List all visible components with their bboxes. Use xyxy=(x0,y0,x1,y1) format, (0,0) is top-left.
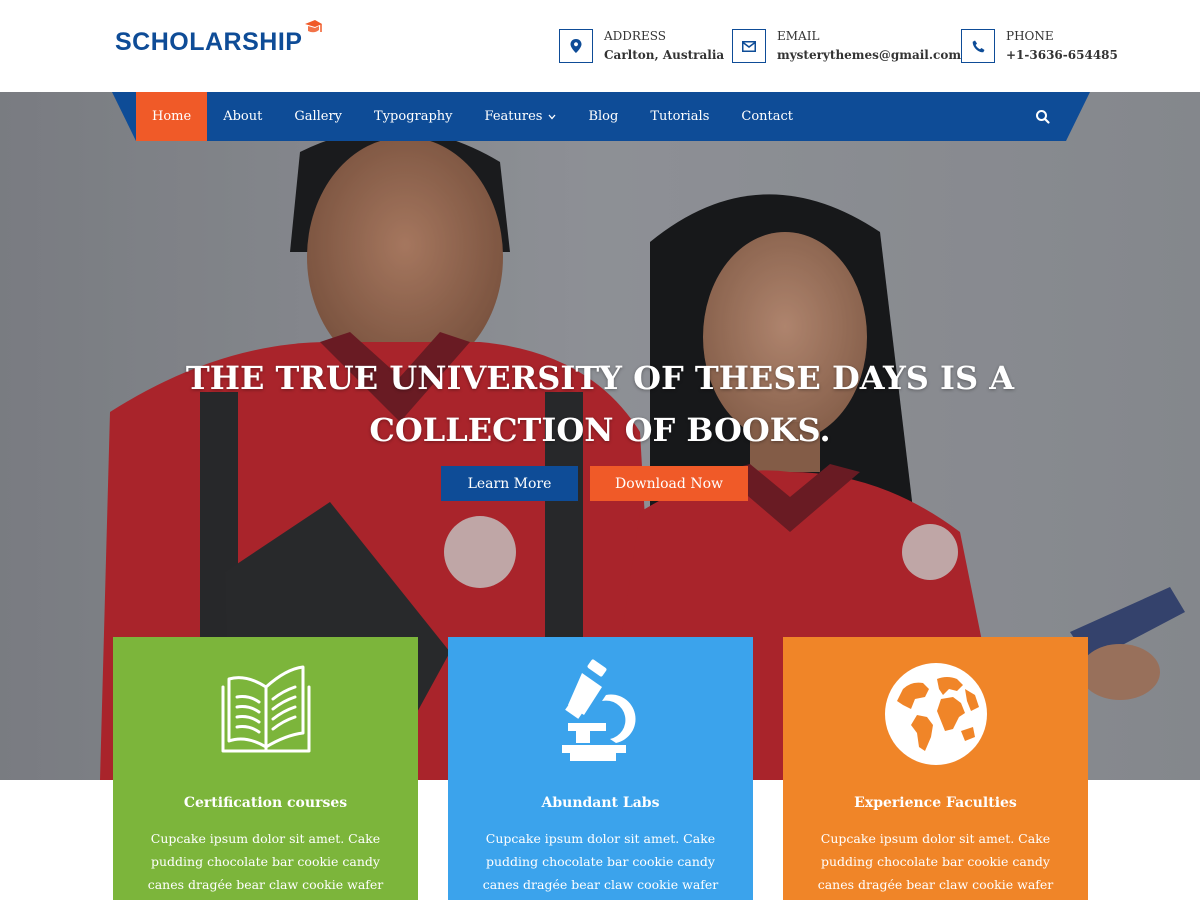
envelope-icon xyxy=(742,40,756,52)
nav-item-features[interactable]: Features xyxy=(469,92,573,141)
phone-value[interactable]: +1-3636-654485 xyxy=(1006,46,1118,64)
feature-card-labs[interactable]: Abundant Labs Cupcake ipsum dolor sit am… xyxy=(448,637,753,900)
nav-label: Blog xyxy=(588,109,619,124)
learn-more-button[interactable]: Learn More xyxy=(441,466,578,501)
address-label: ADDRESS xyxy=(604,28,666,43)
feature-card-faculties[interactable]: Experience Faculties Cupcake ipsum dolor… xyxy=(783,637,1088,900)
chevron-down-icon xyxy=(548,114,556,119)
address-value: Carlton, Australia xyxy=(604,47,725,62)
feature-description: Cupcake ipsum dolor sit amet. Cake puddi… xyxy=(147,831,384,892)
nav-label: Typography xyxy=(374,109,453,124)
nav-label: Tutorials xyxy=(650,109,710,124)
nav-item-home[interactable]: Home xyxy=(136,92,208,141)
hero-headline-line1: THE TRUE UNIVERSITY OF THESE DAYS IS A xyxy=(185,359,1015,397)
hero-headline: THE TRUE UNIVERSITY OF THESE DAYS IS A C… xyxy=(180,352,1020,456)
phone-label: PHONE xyxy=(1006,28,1054,43)
hero-headline-line2: COLLECTION OF BOOKS. xyxy=(369,411,831,449)
microscope-icon xyxy=(561,659,636,761)
nav-item-contact[interactable]: Contact xyxy=(725,92,809,141)
map-marker-icon xyxy=(570,39,582,53)
nav-item-typography[interactable]: Typography xyxy=(358,92,469,141)
nav-menu: Home About Gallery Typography Features B… xyxy=(136,92,809,141)
phone-icon xyxy=(972,40,984,52)
email-value[interactable]: mysterythemes@gmail.com xyxy=(777,46,961,64)
nav-label: About xyxy=(223,109,263,124)
download-now-button[interactable]: Download Now xyxy=(590,466,748,501)
nav-label: Gallery xyxy=(294,109,343,124)
nav-label: Features xyxy=(484,109,543,124)
phone-icon-box xyxy=(961,29,995,63)
site-logo[interactable]: SCHOLARSHIP xyxy=(115,20,323,64)
nav-item-blog[interactable]: Blog xyxy=(572,92,634,141)
feature-description: Cupcake ipsum dolor sit amet. Cake puddi… xyxy=(482,831,719,892)
graduation-cap-icon xyxy=(305,20,323,33)
logo-text: SCHOLARSHIP xyxy=(115,28,303,56)
nav-item-gallery[interactable]: Gallery xyxy=(278,92,358,141)
nav-label: Contact xyxy=(741,109,794,124)
address-icon-box xyxy=(559,29,593,63)
search-icon[interactable] xyxy=(1034,108,1052,126)
email-icon-box xyxy=(732,29,766,63)
feature-card-certification[interactable]: Certification courses Cupcake ipsum dolo… xyxy=(113,637,418,900)
globe-icon xyxy=(884,663,987,765)
feature-description: Cupcake ipsum dolor sit amet. Cake puddi… xyxy=(817,831,1054,892)
email-info: EMAIL mysterythemes@gmail.com xyxy=(732,28,961,64)
feature-title: Abundant Labs xyxy=(541,795,660,811)
site-header: SCHOLARSHIP ADDRESS Carlton, Australia E… xyxy=(0,0,1200,92)
phone-info: PHONE +1-3636-654485 xyxy=(961,28,1118,64)
nav-item-tutorials[interactable]: Tutorials xyxy=(634,92,725,141)
open-book-icon xyxy=(221,665,310,753)
email-label: EMAIL xyxy=(777,28,820,43)
address-info: ADDRESS Carlton, Australia xyxy=(559,28,724,64)
nav-label: Home xyxy=(152,109,192,124)
nav-item-about[interactable]: About xyxy=(207,92,278,141)
feature-title: Experience Faculties xyxy=(854,795,1017,811)
feature-title: Certification courses xyxy=(183,795,348,811)
main-navigation: Home About Gallery Typography Features B… xyxy=(112,92,1090,141)
